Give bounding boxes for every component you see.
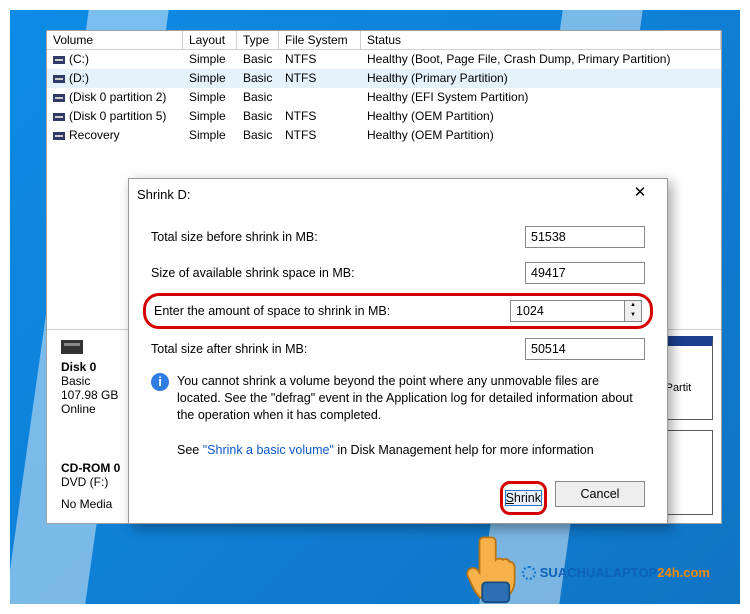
volume-icon bbox=[53, 56, 65, 64]
volume-row[interactable]: (D:)SimpleBasicNTFSHealthy (Primary Part… bbox=[47, 69, 721, 88]
volume-row[interactable]: RecoverySimpleBasicNTFSHealthy (OEM Part… bbox=[47, 126, 721, 145]
harddisk-icon bbox=[61, 340, 83, 354]
info-icon: i bbox=[151, 373, 169, 391]
value-total-before: 51538 bbox=[525, 226, 645, 248]
shrink-amount-input[interactable] bbox=[510, 300, 624, 322]
shrink-button[interactable]: Shrink bbox=[505, 490, 542, 506]
gear-icon bbox=[522, 566, 536, 580]
help-link[interactable]: "Shrink a basic volume" bbox=[203, 443, 334, 457]
info-text-1: You cannot shrink a volume beyond the po… bbox=[177, 373, 645, 424]
shrink-amount-spinner[interactable]: ▲▼ bbox=[510, 300, 642, 322]
watermark: SUACHUALAPTOP24h.com bbox=[522, 565, 710, 580]
volume-icon bbox=[53, 75, 65, 83]
cdrom-icon bbox=[61, 434, 83, 456]
value-total-after: 50514 bbox=[525, 338, 645, 360]
volume-icon bbox=[53, 94, 65, 102]
volume-row[interactable]: (C:)SimpleBasicNTFSHealthy (Boot, Page F… bbox=[47, 50, 721, 69]
spinner-down-icon[interactable]: ▼ bbox=[625, 311, 641, 321]
label-total-after: Total size after shrink in MB: bbox=[151, 342, 515, 356]
volume-icon bbox=[53, 132, 65, 140]
col-status[interactable]: Status bbox=[361, 31, 721, 49]
volume-list-header: Volume Layout Type File System Status bbox=[47, 31, 721, 50]
spinner-up-icon[interactable]: ▲ bbox=[625, 301, 641, 311]
close-icon[interactable]: ✕ bbox=[621, 182, 659, 206]
info-text-2: See "Shrink a basic volume" in Disk Mana… bbox=[177, 442, 594, 459]
col-volume[interactable]: Volume bbox=[47, 31, 183, 49]
value-available: 49417 bbox=[525, 262, 645, 284]
shrink-dialog: Shrink D: ✕ Total size before shrink in … bbox=[128, 178, 668, 524]
col-type[interactable]: Type bbox=[237, 31, 279, 49]
volume-icon bbox=[53, 113, 65, 121]
volume-row[interactable]: (Disk 0 partition 5)SimpleBasicNTFSHealt… bbox=[47, 107, 721, 126]
dialog-title: Shrink D: bbox=[137, 187, 190, 202]
label-enter-amount: Enter the amount of space to shrink in M… bbox=[154, 304, 500, 318]
label-available: Size of available shrink space in MB: bbox=[151, 266, 515, 280]
volume-row[interactable]: (Disk 0 partition 2)SimpleBasicHealthy (… bbox=[47, 88, 721, 107]
col-layout[interactable]: Layout bbox=[183, 31, 237, 49]
label-total-before: Total size before shrink in MB: bbox=[151, 230, 515, 244]
cancel-button[interactable]: Cancel bbox=[555, 481, 645, 507]
col-filesystem[interactable]: File System bbox=[279, 31, 361, 49]
